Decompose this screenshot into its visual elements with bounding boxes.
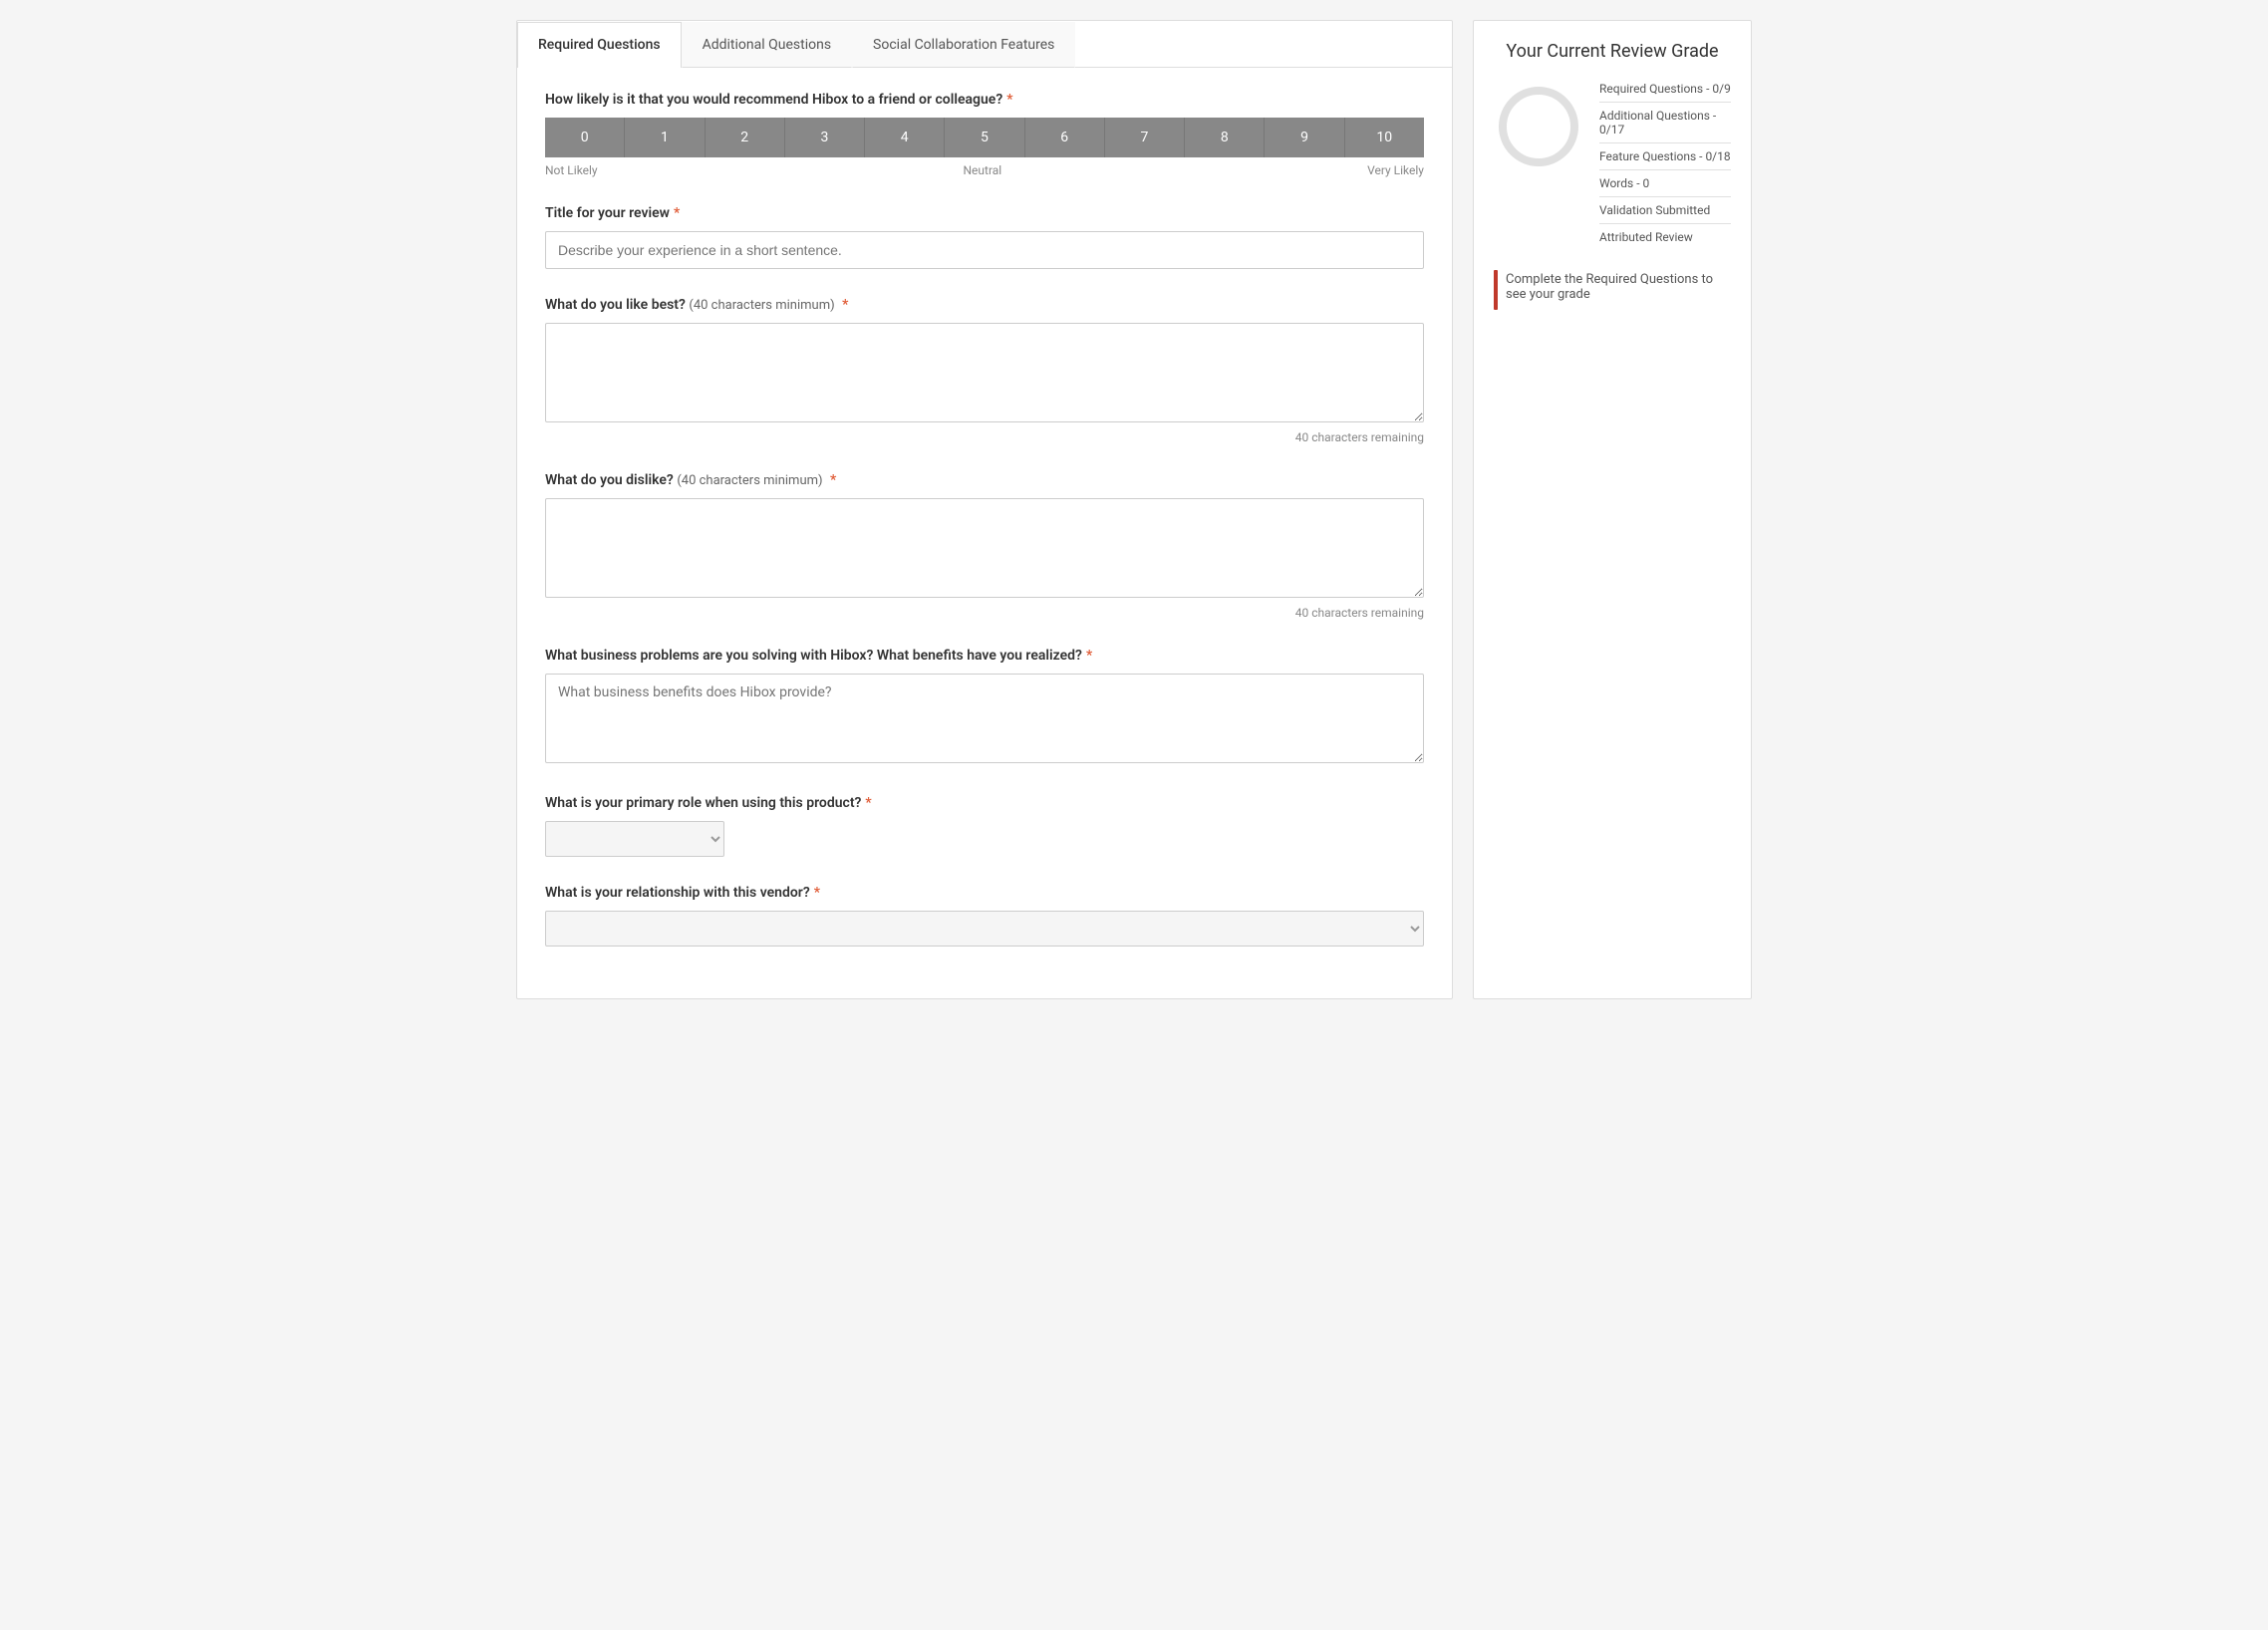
question-6-label: What is your primary role when using thi… <box>545 795 1424 811</box>
tab-additional[interactable]: Additional Questions <box>682 22 852 68</box>
grade-items-list: Required Questions - 0/9 Additional Ques… <box>1599 82 1731 250</box>
notice-block: Complete the Required Questions to see y… <box>1494 270 1731 310</box>
rating-8[interactable]: 8 <box>1185 118 1265 157</box>
grade-item-0: Required Questions - 0/9 <box>1599 82 1731 103</box>
sidebar: Your Current Review Grade Required Quest… <box>1473 20 1752 999</box>
title-input[interactable] <box>545 231 1424 269</box>
grade-item-3: Words - 0 <box>1599 176 1731 197</box>
grade-item-2: Feature Questions - 0/18 <box>1599 149 1731 170</box>
question-4-block: What do you dislike? (40 characters mini… <box>545 472 1424 620</box>
tab-social[interactable]: Social Collaboration Features <box>852 22 1075 68</box>
grade-item-5: Attributed Review <box>1599 230 1731 250</box>
question-7-block: What is your relationship with this vend… <box>545 885 1424 947</box>
dislike-textarea[interactable] <box>545 498 1424 598</box>
rating-5[interactable]: 5 <box>945 118 1024 157</box>
rating-6[interactable]: 6 <box>1025 118 1105 157</box>
tab-required[interactable]: Required Questions <box>517 22 682 68</box>
grade-item-1: Additional Questions - 0/17 <box>1599 109 1731 143</box>
dislike-char-count: 40 characters remaining <box>545 606 1424 620</box>
question-1-label: How likely is it that you would recommen… <box>545 92 1424 108</box>
main-panel: Required Questions Additional Questions … <box>516 20 1453 999</box>
tabs-bar: Required Questions Additional Questions … <box>517 21 1452 68</box>
grade-overview: Required Questions - 0/9 Additional Ques… <box>1494 82 1731 250</box>
business-problems-textarea[interactable] <box>545 674 1424 763</box>
grade-circle <box>1494 82 1583 250</box>
primary-role-select[interactable] <box>545 821 724 857</box>
question-5-block: What business problems are you solving w… <box>545 648 1424 767</box>
rating-labels: Not Likely Neutral Very Likely <box>545 163 1424 177</box>
form-content: How likely is it that you would recommen… <box>517 68 1452 998</box>
rating-2[interactable]: 2 <box>706 118 785 157</box>
rating-3[interactable]: 3 <box>785 118 865 157</box>
rating-0[interactable]: 0 <box>545 118 625 157</box>
question-2-block: Title for your review* <box>545 205 1424 269</box>
rating-10[interactable]: 10 <box>1345 118 1424 157</box>
sidebar-title: Your Current Review Grade <box>1494 41 1731 62</box>
rating-4[interactable]: 4 <box>865 118 945 157</box>
question-4-label: What do you dislike? (40 characters mini… <box>545 472 1424 488</box>
question-2-label: Title for your review* <box>545 205 1424 221</box>
question-1-block: How likely is it that you would recommen… <box>545 92 1424 177</box>
question-3-block: What do you like best? (40 characters mi… <box>545 297 1424 444</box>
grade-item-4: Validation Submitted <box>1599 203 1731 224</box>
rating-scale: 0 1 2 3 4 5 6 7 8 9 10 <box>545 118 1424 157</box>
question-7-label: What is your relationship with this vend… <box>545 885 1424 901</box>
vendor-relationship-select[interactable] <box>545 911 1424 947</box>
question-3-label: What do you like best? (40 characters mi… <box>545 297 1424 313</box>
question-6-block: What is your primary role when using thi… <box>545 795 1424 857</box>
circle-svg <box>1494 82 1583 171</box>
like-best-textarea[interactable] <box>545 323 1424 422</box>
rating-7[interactable]: 7 <box>1105 118 1185 157</box>
rating-1[interactable]: 1 <box>625 118 705 157</box>
notice-bar <box>1494 270 1498 310</box>
like-best-char-count: 40 characters remaining <box>545 430 1424 444</box>
question-5-label: What business problems are you solving w… <box>545 648 1424 664</box>
rating-9[interactable]: 9 <box>1265 118 1344 157</box>
notice-text: Complete the Required Questions to see y… <box>1506 270 1731 302</box>
